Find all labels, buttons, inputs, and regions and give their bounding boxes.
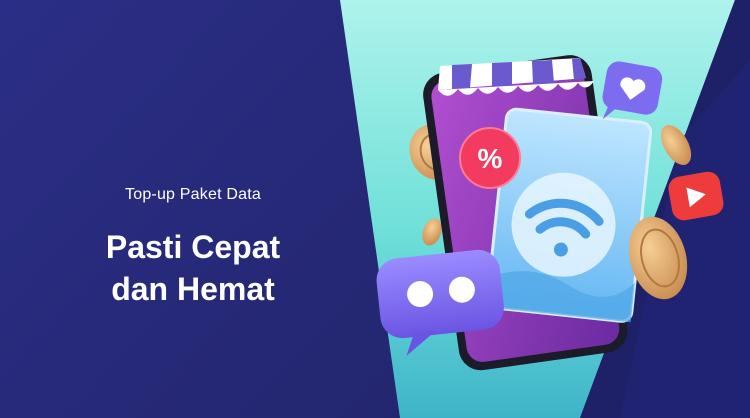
discount-badge-label: %: [478, 143, 503, 174]
percent-badge-icon: %: [459, 127, 521, 189]
banner-subtitle: Top-up Paket Data: [125, 186, 261, 203]
headline-line-2: dan Hemat: [111, 271, 275, 307]
banner-text: Top-up Paket Data Pasti Cepat dan Hemat: [48, 186, 338, 310]
phone-illustration: %: [376, 55, 724, 371]
play-button-icon: [668, 171, 724, 221]
headline-line-1: Pasti Cepat: [105, 229, 281, 265]
coin-icon: [660, 125, 692, 165]
banner-headline: Pasti Cepat dan Hemat: [48, 226, 338, 310]
promo-banner[interactable]: Top-up Paket Data Pasti Cepat dan Hemat: [0, 0, 750, 418]
